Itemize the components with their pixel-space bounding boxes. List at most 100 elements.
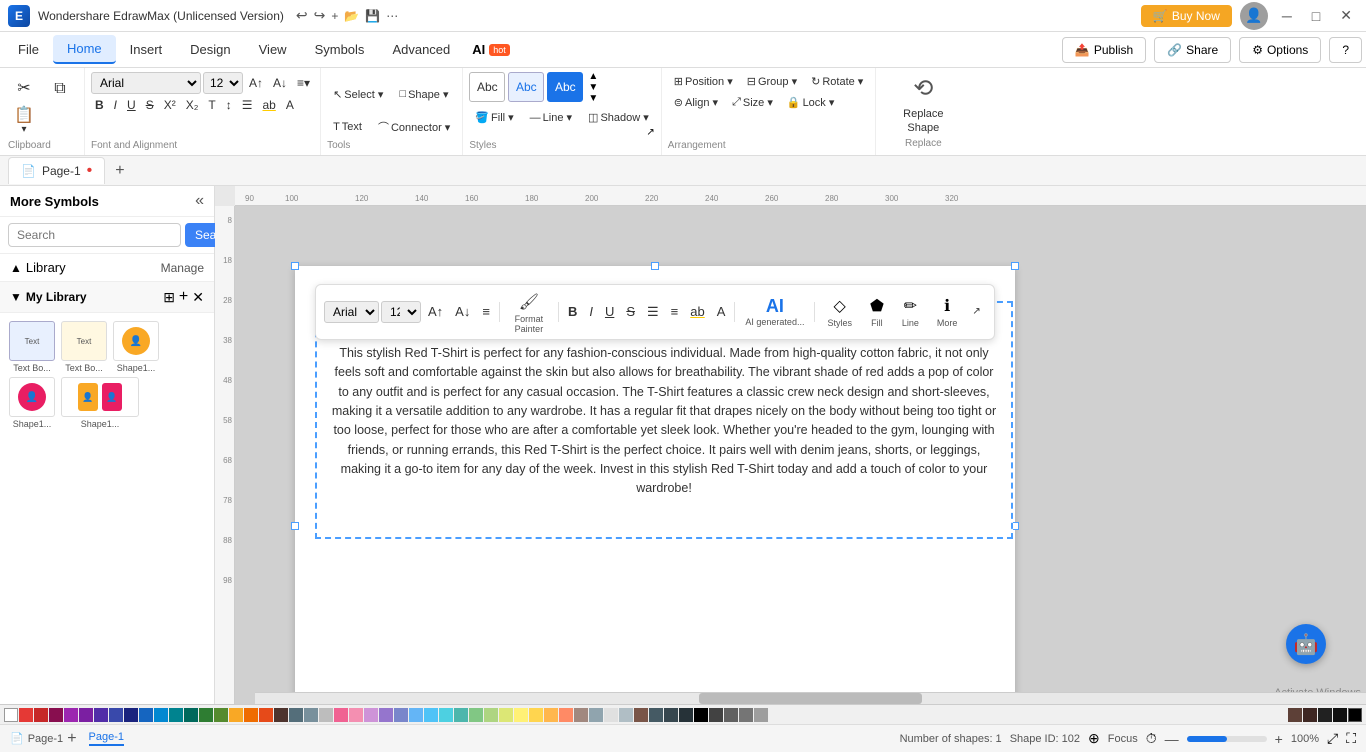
color-swatch[interactable] [409, 708, 423, 722]
color-swatch[interactable] [694, 708, 708, 722]
handle-mid-left[interactable] [291, 522, 299, 530]
color-swatch[interactable] [139, 708, 153, 722]
search-input[interactable] [8, 223, 181, 247]
scrollbar-thumb[interactable] [699, 693, 921, 704]
styles-expand-arrow[interactable]: ↗ [646, 127, 654, 138]
color-swatch[interactable] [214, 708, 228, 722]
options-button[interactable]: ⚙ Options [1239, 37, 1321, 63]
list-btn[interactable]: ☰ [238, 96, 257, 114]
float-strikethrough[interactable]: S [621, 301, 640, 322]
library-header[interactable]: ▲ Library Manage [0, 254, 214, 282]
color-swatch[interactable] [34, 708, 48, 722]
format-painter-button[interactable]: 🖌 [514, 289, 544, 315]
color-swatch[interactable] [574, 708, 588, 722]
ai-bot-button[interactable]: 🤖 [1286, 624, 1326, 664]
color-swatch[interactable] [109, 708, 123, 722]
highlight-btn[interactable]: ab [258, 96, 279, 114]
underline-button[interactable]: U [123, 96, 140, 114]
manage-button[interactable]: Manage [161, 261, 204, 275]
strikethrough-button[interactable]: S [142, 96, 158, 114]
color-swatch[interactable] [709, 708, 723, 722]
bold-button[interactable]: B [91, 96, 108, 114]
menu-view[interactable]: View [245, 36, 301, 63]
color-swatch-dark[interactable] [1318, 708, 1332, 722]
font-size-select[interactable]: 12 [203, 72, 243, 94]
thumbnail-item[interactable]: 👤 Shape1... [8, 377, 56, 429]
style-swatch-2[interactable]: Abc [508, 72, 544, 102]
undo-btn[interactable]: ↩ [296, 7, 308, 24]
cut-button[interactable]: ✂ [8, 78, 40, 100]
my-library-grid-btn[interactable]: ⊞ [163, 288, 175, 306]
float-align-btn[interactable]: ≡ [477, 301, 495, 322]
color-swatch[interactable] [484, 708, 498, 722]
increase-font-btn[interactable]: A↑ [245, 74, 267, 92]
color-swatch-dark[interactable] [1288, 708, 1302, 722]
line-style-button[interactable]: — Line ▾ [524, 108, 578, 127]
color-swatch[interactable] [724, 708, 738, 722]
more-btn[interactable]: ⋯ [386, 7, 398, 24]
font-color-btn[interactable]: A [282, 96, 298, 114]
color-swatch[interactable] [439, 708, 453, 722]
menu-advanced[interactable]: Advanced [378, 36, 464, 63]
color-swatch[interactable] [589, 708, 603, 722]
color-swatch[interactable] [379, 708, 393, 722]
color-swatch[interactable] [154, 708, 168, 722]
menu-insert[interactable]: Insert [116, 36, 177, 63]
text-format-btn[interactable]: T [204, 96, 219, 114]
minimize-button[interactable]: ─ [1276, 6, 1298, 26]
rotate-button[interactable]: ↻ Rotate ▾ [805, 72, 869, 91]
paste-button[interactable]: 📋 ▾ [8, 105, 40, 138]
color-swatch-dark[interactable] [1303, 708, 1317, 722]
color-swatch[interactable] [394, 708, 408, 722]
color-swatch[interactable] [349, 708, 363, 722]
fill-float-button[interactable]: ⬟ Fill [862, 294, 892, 330]
my-library-close-btn[interactable]: ✕ [192, 288, 204, 306]
color-swatch[interactable] [184, 708, 198, 722]
select-button[interactable]: ↖ Select ▾ [327, 85, 389, 104]
float-font-select[interactable]: Arial [324, 301, 379, 323]
style-swatch-3[interactable]: Abc [547, 72, 583, 102]
float-highlight[interactable]: ab [685, 301, 709, 322]
more-button[interactable]: ℹ More [929, 294, 966, 330]
color-swatch[interactable] [289, 708, 303, 722]
handle-top-center[interactable] [651, 262, 659, 270]
superscript-button[interactable]: X² [160, 96, 180, 114]
maximize-button[interactable]: □ [1306, 6, 1326, 26]
decrease-font-btn[interactable]: A↓ [269, 74, 291, 92]
position-button[interactable]: ⊞ Position ▾ [668, 72, 739, 91]
menu-symbols[interactable]: Symbols [301, 36, 379, 63]
shape-button[interactable]: □ Shape ▾ [393, 85, 454, 104]
styles-expand-btn[interactable]: ▼ [588, 94, 598, 104]
add-tab-button[interactable]: + [107, 158, 132, 184]
timer-button[interactable]: ⏱ [1146, 730, 1157, 747]
color-swatch[interactable] [604, 708, 618, 722]
float-size-select[interactable]: 12 [381, 301, 421, 323]
fullscreen-button[interactable]: ⛶ [1346, 730, 1356, 747]
sidebar-collapse-button[interactable]: « [195, 192, 204, 210]
handle-top-right[interactable] [1011, 262, 1019, 270]
size-button[interactable]: ⤢ Size ▾ [726, 93, 779, 112]
color-swatch[interactable] [739, 708, 753, 722]
color-swatch[interactable] [259, 708, 273, 722]
ai-menu-item[interactable]: AI [472, 42, 485, 57]
styles-button[interactable]: ◇ Styles [819, 294, 860, 330]
save-btn[interactable]: 💾 [365, 7, 380, 24]
color-swatch[interactable] [619, 708, 633, 722]
menu-file[interactable]: File [4, 36, 53, 63]
open-btn[interactable]: 📂 [344, 7, 359, 24]
color-swatch[interactable] [469, 708, 483, 722]
layers-button[interactable]: ⊕ [1088, 730, 1100, 747]
new-btn[interactable]: + [331, 7, 338, 24]
color-swatch-dark[interactable] [1348, 708, 1362, 722]
color-swatch-dark[interactable] [1333, 708, 1347, 722]
drawing-tab[interactable]: 📄 Page-1 • [8, 157, 105, 184]
toolbar-collapse-btn[interactable]: ↗ [967, 303, 985, 320]
color-swatch[interactable] [94, 708, 108, 722]
float-bold[interactable]: B [563, 301, 582, 322]
color-swatch[interactable] [454, 708, 468, 722]
color-swatch[interactable] [334, 708, 348, 722]
lock-button[interactable]: 🔒 Lock ▾ [781, 93, 841, 112]
thumbnail-item[interactable]: Text Text Bo... [60, 321, 108, 373]
menu-design[interactable]: Design [176, 36, 244, 63]
help-button[interactable]: ? [1329, 37, 1362, 63]
